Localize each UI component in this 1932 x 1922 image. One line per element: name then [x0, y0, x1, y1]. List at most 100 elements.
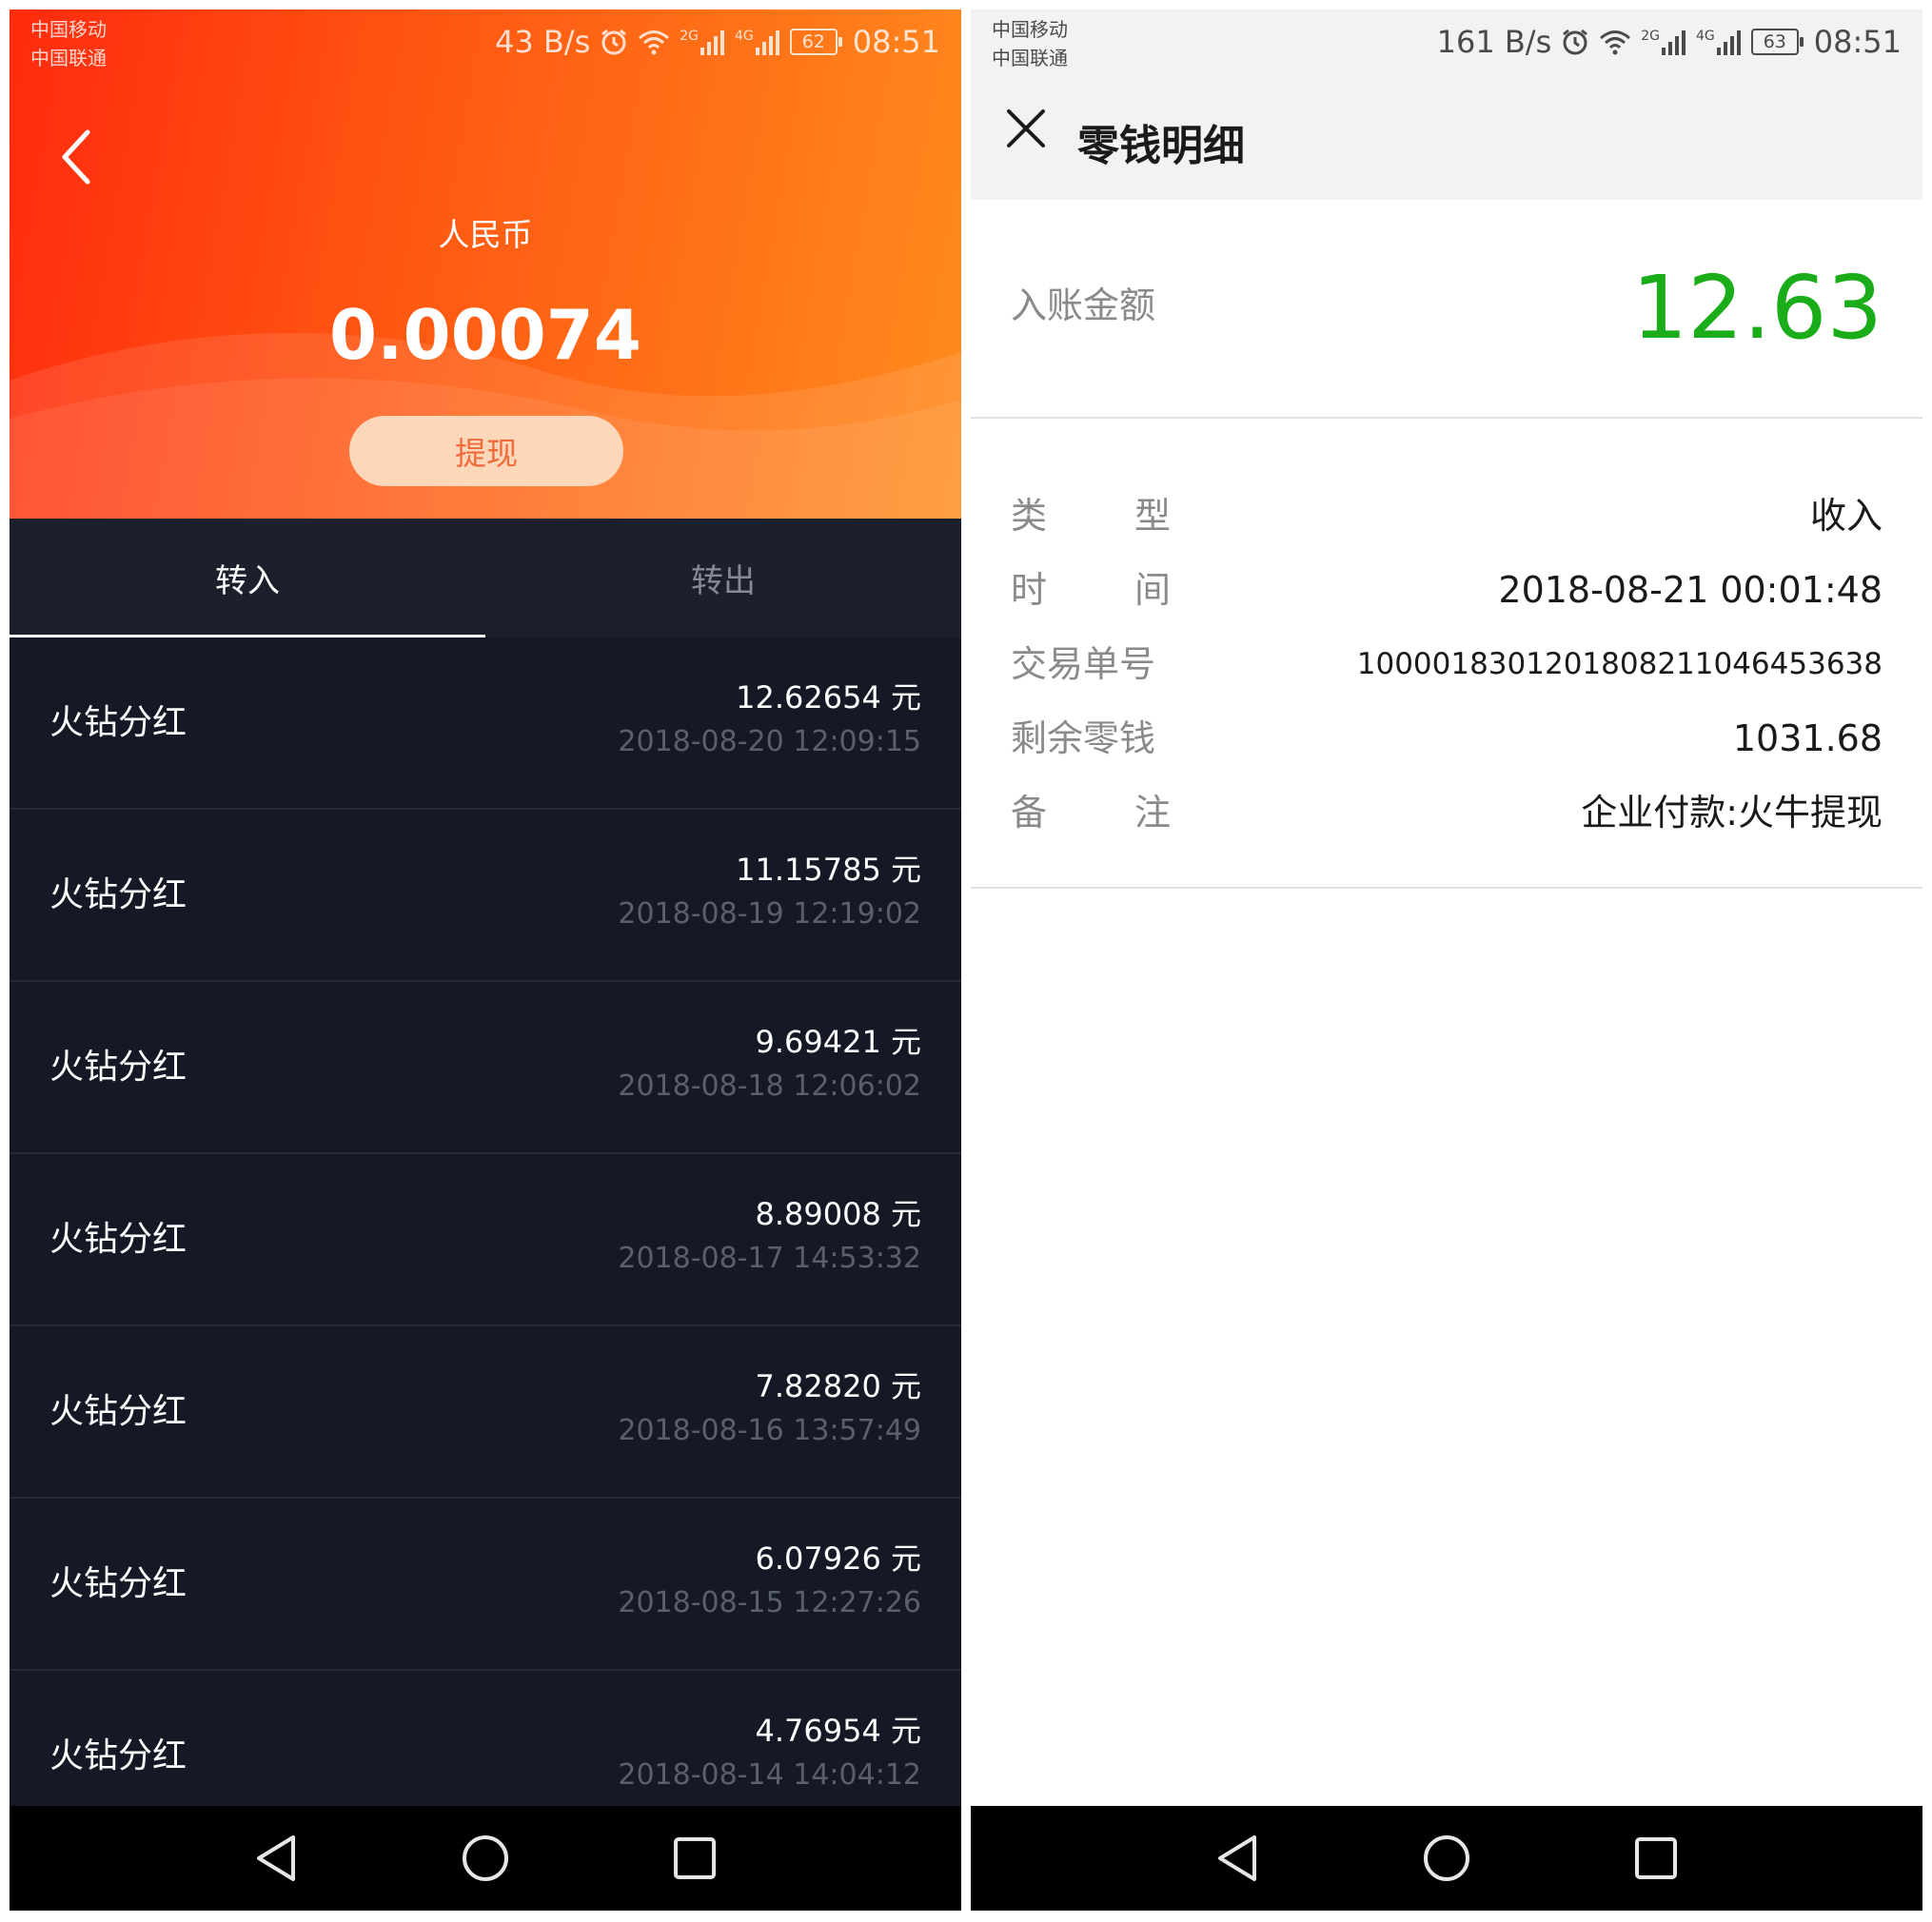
nav-recents-icon	[674, 1837, 716, 1879]
nav-recents-button[interactable]	[657, 1820, 733, 1896]
nav-recents-icon	[1635, 1837, 1677, 1879]
divider	[971, 417, 1922, 419]
transaction-date: 2018-08-15 12:27:26	[618, 1586, 921, 1619]
transaction-title: 火钻分红	[49, 703, 187, 742]
nav-home-icon	[463, 1835, 508, 1881]
detail-row-type: 类 型 收入	[1011, 479, 1883, 553]
detail-row-note: 备 注 企业付款:火牛提现	[1011, 775, 1883, 850]
carrier-info: 中国移动 中国联通	[30, 15, 107, 72]
carrier-primary: 中国移动	[992, 18, 1068, 41]
battery-level: 63	[1763, 31, 1786, 52]
detail-label: 类 型	[1011, 479, 1171, 553]
nav-back-icon	[1218, 1835, 1256, 1881]
tab-label: 转入	[215, 562, 280, 600]
transaction-title: 火钻分红	[49, 1048, 187, 1087]
detail-value: 企业付款:火牛提现	[1581, 792, 1883, 834]
transaction-title: 火钻分红	[49, 1392, 187, 1431]
transaction-title: 火钻分红	[49, 875, 187, 914]
status-bar: 中国移动 中国联通 161 B/s 2G 4G 63 08:51	[971, 10, 1922, 73]
amount-value: 12.63	[1631, 257, 1883, 359]
detail-label: 剩余零钱	[1011, 717, 1156, 759]
transaction-amount: 12.62654 元	[736, 679, 921, 716]
page-title: 零钱明细	[1077, 122, 1245, 170]
signal-icon: 4G	[1696, 29, 1742, 55]
net-speed: 161 B/s	[1436, 24, 1552, 60]
transaction-amount: 4.76954 元	[755, 1713, 921, 1749]
detail-label: 交易单号	[1011, 643, 1156, 685]
nav-back-button[interactable]	[238, 1820, 314, 1896]
clock: 08:51	[852, 24, 940, 60]
alarm-icon	[1561, 28, 1589, 56]
signal-icon: 2G	[1641, 29, 1686, 55]
transaction-date: 2018-08-17 14:53:32	[618, 1242, 921, 1275]
transaction-title: 火钻分红	[49, 1220, 187, 1259]
balance-header: 中国移动 中国联通 43 B/s 2G 4G 62 08:51 人民币 0.00…	[10, 10, 961, 519]
close-icon	[1007, 109, 1045, 147]
system-nav-bar	[10, 1806, 961, 1911]
transaction-date: 2018-08-16 13:57:49	[618, 1414, 921, 1447]
transaction-row[interactable]: 火钻分红 11.15785 元 2018-08-19 12:19:02	[10, 810, 961, 982]
tab-transfer-out[interactable]: 转出	[485, 519, 961, 637]
battery-icon: 63	[1750, 29, 1804, 55]
system-nav-bar	[971, 1806, 1922, 1911]
wifi-icon	[1599, 29, 1631, 55]
detail-header: 零钱明细	[971, 73, 1922, 200]
nav-home-button[interactable]	[1409, 1820, 1485, 1896]
detail-row-transaction-id: 交易单号 1000018301201808211046453638	[1011, 627, 1883, 701]
nav-back-icon	[257, 1835, 295, 1881]
nav-back-button[interactable]	[1199, 1820, 1275, 1896]
transaction-date: 2018-08-18 12:06:02	[618, 1069, 921, 1103]
transaction-amount: 6.07926 元	[755, 1540, 921, 1577]
nav-recents-button[interactable]	[1618, 1820, 1694, 1896]
transaction-date: 2018-08-20 12:09:15	[618, 725, 921, 758]
close-button[interactable]	[997, 100, 1055, 157]
withdraw-button[interactable]: 提现	[349, 416, 623, 486]
carrier-secondary: 中国联通	[992, 47, 1068, 69]
back-button[interactable]	[57, 119, 114, 195]
status-indicators: 43 B/s 2G 4G 62 08:51	[495, 23, 940, 61]
transaction-amount: 7.82820 元	[755, 1368, 921, 1404]
divider	[971, 887, 1922, 889]
detail-value: 1031.68	[1732, 717, 1883, 759]
detail-value: 2018-08-21 00:01:48	[1498, 569, 1883, 611]
tab-label: 转出	[691, 562, 756, 600]
status-indicators: 161 B/s 2G 4G 63 08:51	[1437, 23, 1902, 61]
carrier-primary: 中国移动	[30, 18, 107, 41]
transaction-title: 火钻分红	[49, 1564, 187, 1603]
withdraw-label: 提现	[455, 435, 518, 472]
signal-icon: 4G	[735, 29, 780, 55]
tab-transfer-in[interactable]: 转入	[10, 519, 485, 637]
status-bar: 中国移动 中国联通 43 B/s 2G 4G 62 08:51	[10, 10, 961, 73]
detail-value: 收入	[1809, 495, 1883, 537]
transaction-row[interactable]: 火钻分红 12.62654 元 2018-08-20 12:09:15	[10, 637, 961, 810]
nav-home-icon	[1424, 1835, 1469, 1881]
network-type: 4G	[1696, 29, 1715, 44]
left-screen: 中国移动 中国联通 43 B/s 2G 4G 62 08:51 人民币 0.00…	[10, 10, 961, 1911]
transaction-row[interactable]: 火钻分红 8.89008 元 2018-08-17 14:53:32	[10, 1154, 961, 1326]
back-arrow-icon	[62, 129, 90, 185]
label-char: 时	[1011, 569, 1048, 611]
network-type: 4G	[735, 29, 754, 44]
detail-label: 时 间	[1011, 553, 1171, 627]
label-char: 备	[1011, 792, 1048, 834]
battery-icon: 62	[789, 29, 842, 55]
transaction-row[interactable]: 火钻分红 9.69421 元 2018-08-18 12:06:02	[10, 982, 961, 1154]
label-char: 类	[1011, 495, 1048, 537]
detail-row-time: 时 间 2018-08-21 00:01:48	[1011, 553, 1883, 627]
network-type: 2G	[1641, 29, 1661, 44]
transaction-date: 2018-08-14 14:04:12	[618, 1758, 921, 1792]
battery-level: 62	[801, 31, 825, 52]
transaction-list: 火钻分红 12.62654 元 2018-08-20 12:09:15 火钻分红…	[10, 637, 961, 1843]
balance-amount: 0.00074	[329, 295, 641, 375]
alarm-icon	[600, 28, 628, 56]
net-speed: 43 B/s	[494, 24, 591, 60]
label-char: 型	[1134, 495, 1171, 537]
nav-home-button[interactable]	[447, 1820, 523, 1896]
wifi-icon	[638, 29, 670, 55]
transaction-row[interactable]: 火钻分红 6.07926 元 2018-08-15 12:27:26	[10, 1499, 961, 1671]
transaction-row[interactable]: 火钻分红 7.82820 元 2018-08-16 13:57:49	[10, 1326, 961, 1499]
right-screen: 中国移动 中国联通 161 B/s 2G 4G 63 08:51 零钱明细 入账…	[971, 10, 1922, 1911]
label-char: 间	[1134, 569, 1171, 611]
signal-icon: 2G	[680, 29, 725, 55]
transaction-date: 2018-08-19 12:19:02	[618, 897, 921, 931]
